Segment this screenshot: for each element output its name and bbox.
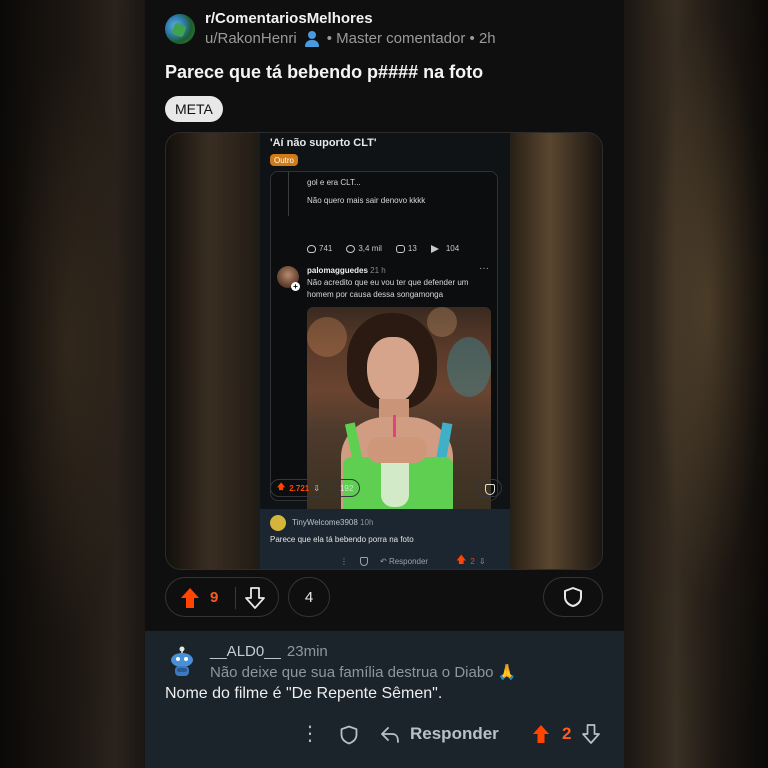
post-meta: u/RakonHenri • Master comentador • 2h [205,30,496,47]
comment-icon [346,244,356,253]
vote-bar: 9 [165,577,279,617]
comment-card: __ALD0__ 23min Não deixe que sua família … [145,631,624,768]
upvote-icon: 🡅 [456,555,467,566]
author-name[interactable]: u/RakonHenri [205,30,297,47]
comment-text: Parece que ela tá bebendo porra na foto [270,535,414,544]
downvote-icon[interactable] [582,724,600,744]
screenshot-title: 'Aí não suporto CLT' [270,137,377,149]
comment-body: Nome do filme é "De Repente Sêmen". [165,685,443,702]
award-button[interactable] [543,577,603,617]
comment-votes: 🡅 2 ⇩ [456,553,486,569]
screenshot-flair: Outro [270,154,299,166]
reply-text-2: homem por causa dessa songamonga [307,290,444,299]
downvote-icon[interactable] [245,587,265,609]
follow-plus-icon: + [291,282,300,291]
comment-username[interactable]: __ALD0__ 23min [210,643,328,660]
reply-button[interactable]: Responder [410,724,499,744]
post-header: r/ComentariosMelhores u/RakonHenri • Mas… [165,10,605,52]
reply-text-1: Não acredito que eu vou ter que defender… [307,278,469,287]
likes-stat: 741 [307,244,332,253]
reposts-stat: 13 [395,244,417,253]
repost-icon [395,244,405,253]
post-image[interactable]: 'Aí não suporto CLT' Outro gol e era CLT… [165,132,603,570]
award-shield-icon [360,557,368,566]
subreddit-name[interactable]: r/ComentariosMelhores [205,10,373,27]
thread-line [288,172,289,216]
upvote-icon[interactable] [532,724,550,744]
reply-label: ↶ Responder [380,557,429,566]
screenshot-comment: TinyWelcome3908 10h Parece que ela tá be… [260,509,510,569]
send-icon [430,244,443,253]
threads-embed: gol e era CLT... Não quero mais sair den… [270,171,498,515]
replies-stat: 3,4 mil [346,244,382,253]
vote-count: 9 [210,589,219,606]
background-blur-left [0,0,150,768]
heart-icon [307,244,316,253]
subreddit-avatar[interactable] [165,14,195,44]
comment-user-flair: Não deixe que sua família destrua o Diab… [210,664,517,681]
more-icon[interactable]: ⋮ [300,723,320,745]
thread-text-1: gol e era CLT... [307,178,361,187]
upvote-icon[interactable] [180,587,200,609]
comment-actions: ⋮ Responder 2 [300,723,610,747]
thread-text-2: Não quero mais sair denovo kkkk [307,196,426,205]
post-flair[interactable]: META [165,96,223,122]
more-icon: ⋮ [340,557,348,566]
vote-divider [235,587,236,609]
more-icon: ··· [479,263,489,274]
post-title[interactable]: Parece que tá bebendo p#### na foto [165,62,483,83]
author-flair: • Master comentador • 2h [326,30,496,47]
comment-actions: ⋮ ↶ Responder 🡅 2 ⇩ [340,553,486,569]
snoo-avatar[interactable] [167,643,197,679]
reply-icon[interactable] [380,726,400,744]
upvote-icon: 🡅 [277,482,286,491]
comment-vote-count: 2 [562,724,572,743]
downvote-icon: ⇩ [478,557,486,566]
screenshot-actions: 🡅 2.721 ⇩ 192 [270,479,361,497]
award-shield-icon[interactable] [340,725,358,745]
award-shield-icon [564,587,582,607]
shares-stat: 104 [430,244,459,253]
embedded-screenshot: 'Aí não suporto CLT' Outro gol e era CLT… [260,133,510,569]
screenshot-vote-pill: 🡅 2.721 ⇩ [270,479,327,497]
thread-stats: 741 3,4 mil 13 104 [307,244,459,253]
screenshot-comments-pill: 192 [332,479,361,497]
background-blur-right [618,0,768,768]
comment-username: TinyWelcome3908 10h [292,518,374,527]
app-screen: r/ComentariosMelhores u/RakonHenri • Mas… [145,0,624,768]
award-shield-icon [476,479,502,497]
downvote-icon: ⇩ [313,483,320,493]
reply-username: palomagguedes 21 h [307,266,386,275]
comment-avatar [270,515,286,531]
comments-button[interactable]: 4 [288,577,330,617]
user-icon [303,30,321,47]
